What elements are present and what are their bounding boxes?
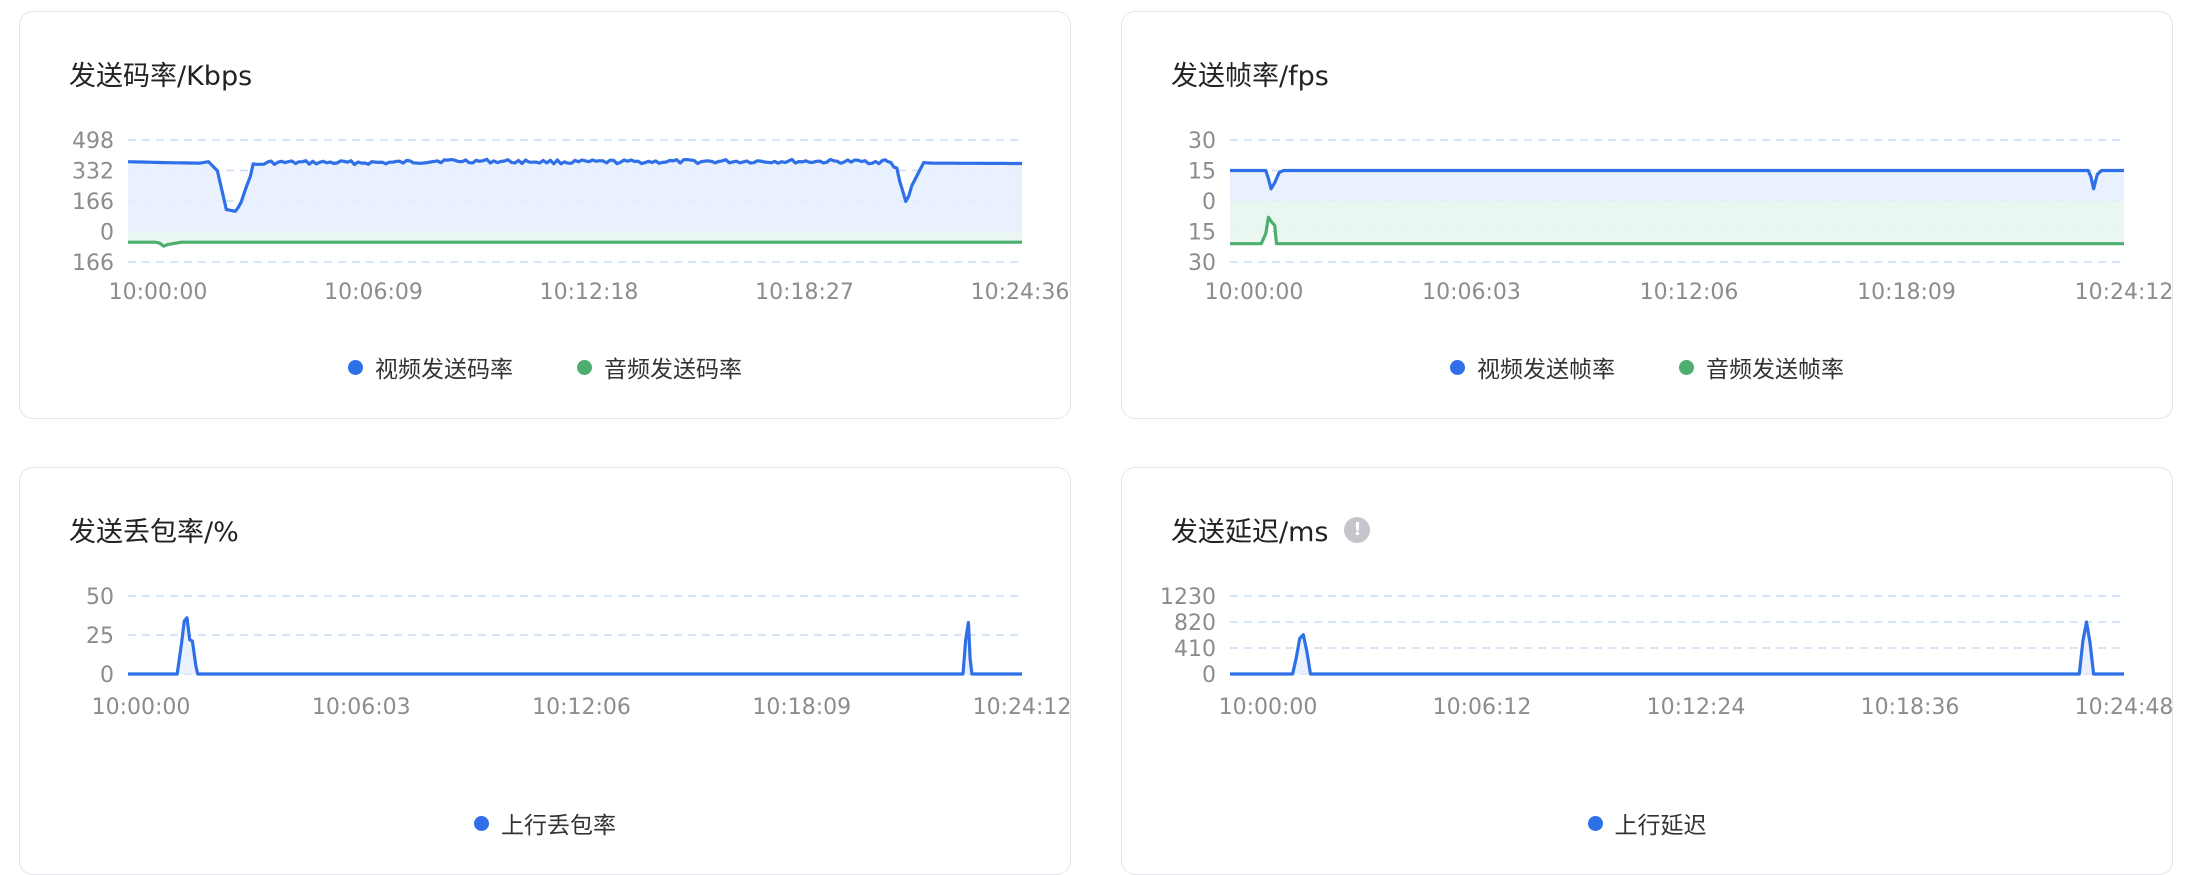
legend-dot-icon <box>348 359 363 375</box>
y-tick-label: 30 <box>1188 129 1216 154</box>
series-area <box>1230 201 2124 244</box>
legend-label: 音频发送帧率 <box>1706 357 1844 383</box>
latency-chart: 1230820410010:00:00 10:06:12 10:12:24 10:18… <box>1160 585 2174 720</box>
y-tick-label: 332 <box>72 160 114 185</box>
legend-label: 上行丢包率 <box>501 813 616 839</box>
legend-label: 音频发送码率 <box>604 357 742 383</box>
series-area <box>128 231 1022 247</box>
bitrate-chart: 498 332 166 0 166 10:00:00 10:06:09 10:12:18 10:… <box>72 129 1070 305</box>
legend-label: 视频发送帧率 <box>1477 357 1615 383</box>
latency-card: 发送延迟/ms ! 1230 820 410 0 10:00:00 10:06:12 10:… <box>1121 467 2173 875</box>
y-tick-label: 0 <box>100 221 114 246</box>
series-line <box>128 616 1022 676</box>
y-tick-label: 410 <box>1174 637 1216 662</box>
y-tick-label: 498 <box>72 129 114 154</box>
x-tick-label: 10:12:06 <box>1640 280 1739 305</box>
legend-item[interactable]: 上行丢包率 <box>474 806 616 840</box>
y-tick-label: 0 <box>1202 663 1216 688</box>
x-tick-label: 10:06:09 <box>324 280 423 305</box>
y-tick-label: 1230 <box>1160 585 1216 610</box>
legend-dot-icon <box>1587 815 1603 831</box>
x-tick-label: 10:12:18 <box>540 280 639 305</box>
legend-label: 上行延迟 <box>1614 813 1707 839</box>
legend-dot-icon <box>1450 359 1465 375</box>
legend-item[interactable]: 视频发送码率 <box>348 350 513 384</box>
x-tick-label: 10:06:12 <box>1433 695 1532 720</box>
y-tick-label: 820 <box>1174 611 1216 636</box>
framerate-chart: 30 15 0 15 30 10:00:00 10:06:03 10:12:06 10:18:0… <box>1188 129 2174 305</box>
y-tick-label: 166 <box>72 190 114 215</box>
series-area <box>128 159 1022 232</box>
bitrate-legend: 视频发送码率 音频发送码率 <box>20 350 1070 384</box>
y-tick-label: 0 <box>100 663 114 688</box>
y-tick-label: 25 <box>86 624 114 649</box>
legend-dot-icon <box>577 359 592 375</box>
x-tick-label: 10:00:00 <box>1205 280 1304 305</box>
x-tick-label: 10:18:27 <box>755 280 854 305</box>
y-tick-label: 30 <box>1188 251 1216 276</box>
x-tick-label: 10:12:06 <box>532 695 631 720</box>
legend-dot-icon <box>474 815 489 831</box>
legend-item[interactable]: 上行延迟 <box>1587 806 1707 840</box>
packet-loss-legend: 上行丢包率 <box>20 806 1070 840</box>
legend-label: 视频发送码率 <box>375 357 513 383</box>
legend-item[interactable]: 音频发送码率 <box>577 350 742 384</box>
framerate-card: 发送帧率/fps 30 15 0 15 30 10:00:00 10:06:03 10:12:… <box>1121 11 2173 419</box>
y-tick-label: 50 <box>86 585 114 610</box>
x-tick-label: 10:00:00 <box>1219 695 1318 720</box>
y-tick-label: 166 <box>72 251 114 276</box>
x-tick-label: 10:00:00 <box>92 695 191 720</box>
x-tick-label: 10:18:09 <box>752 695 851 720</box>
legend-item[interactable]: 视频发送帧率 <box>1450 350 1615 384</box>
x-tick-label: 10:24:48 <box>2075 695 2174 720</box>
latency-legend: 上行延迟 <box>1122 806 2172 840</box>
legend-item[interactable]: 音频发送帧率 <box>1679 350 1844 384</box>
bitrate-card: 发送码率/Kbps 498 332 166 0 166 10:00:00 10:06:09 1… <box>19 11 1071 419</box>
series-area <box>128 617 1022 674</box>
packet-loss-card: 发送丢包率/% 50 25 0 10:00:00 10:06:03 10:12:06 10:… <box>19 467 1071 875</box>
x-tick-label: 10:06:03 <box>1422 280 1521 305</box>
x-tick-label: 10:06:03 <box>312 695 411 720</box>
x-tick-label: 10:24:12 <box>973 695 1072 720</box>
y-tick-label: 15 <box>1188 160 1216 185</box>
framerate-legend: 视频发送帧率 音频发送帧率 <box>1122 350 2172 384</box>
x-tick-label: 10:24:36 <box>971 280 1070 305</box>
x-tick-label: 10:24:12 <box>2075 280 2174 305</box>
x-tick-label: 10:18:09 <box>1857 280 1956 305</box>
packet-loss-chart: 50 25 0 10:00:00 10:06:03 10:12:06 10:18:09 10:… <box>86 585 1072 720</box>
series-line <box>128 240 1022 248</box>
x-tick-label: 10:00:00 <box>109 280 208 305</box>
y-tick-label: 0 <box>1202 190 1216 215</box>
y-tick-label: 15 <box>1188 221 1216 246</box>
x-tick-label: 10:18:36 <box>1861 695 1960 720</box>
x-tick-label: 10:12:24 <box>1647 695 1746 720</box>
series-area <box>1230 170 2124 201</box>
legend-dot-icon <box>1679 359 1694 375</box>
